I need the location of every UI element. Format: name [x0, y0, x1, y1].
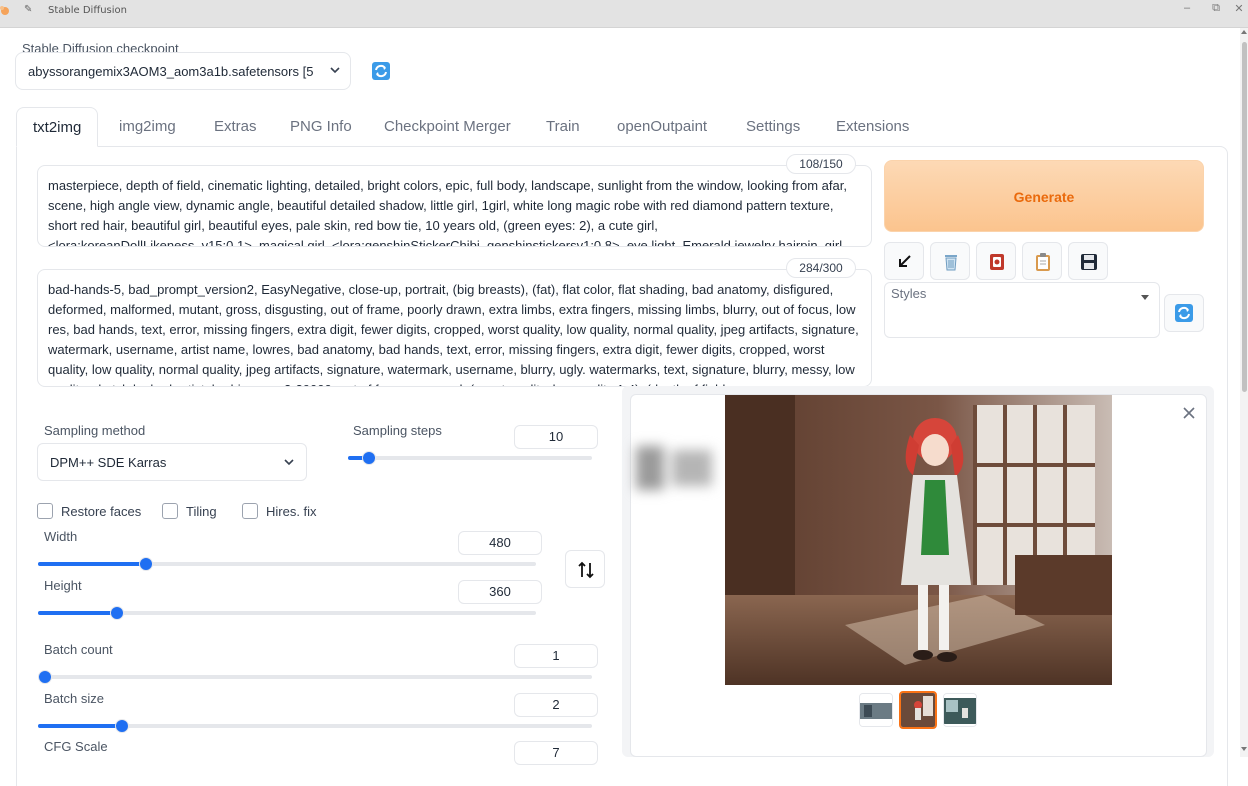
width-slider[interactable] [38, 556, 536, 572]
negative-token-counter: 284/300 [786, 258, 856, 278]
styles-refresh-button[interactable] [1164, 294, 1204, 332]
tab-settings[interactable]: Settings [746, 107, 800, 147]
thumbnail-image [944, 694, 976, 726]
checkpoint-dropdown[interactable]: abyssorangemix3AOM3_aom3a1b.safetensors … [15, 52, 351, 90]
pin-icon[interactable]: ✎ [24, 4, 32, 15]
height-label: Height [44, 578, 82, 593]
thumbnail-image [901, 693, 935, 727]
negative-prompt-text: bad-hands-5, bad_prompt_version2, EasyNe… [48, 282, 859, 386]
page-scrollbar[interactable] [1240, 28, 1248, 757]
styles-label: Styles [891, 286, 927, 301]
prompt-text: masterpiece, depth of field, cinematic l… [48, 178, 847, 247]
batch-count-input[interactable]: 1 [514, 644, 598, 668]
apply-style-button[interactable] [1022, 242, 1062, 280]
clear-prompt-button[interactable] [930, 242, 970, 280]
restore-faces-checkbox[interactable] [37, 503, 53, 519]
generated-image[interactable] [725, 395, 1112, 685]
checkpoint-refresh-button[interactable] [361, 52, 401, 90]
batch-count-slider[interactable] [38, 669, 592, 685]
clipboard-icon [1036, 253, 1050, 271]
cfg-scale-input[interactable]: 7 [514, 741, 598, 765]
styles-dropdown[interactable]: Styles [884, 282, 1160, 338]
height-input[interactable]: 360 [458, 580, 542, 604]
sampling-method-dropdown[interactable]: DPM++ SDE Karras [37, 443, 307, 481]
thumbnail-image [860, 694, 892, 726]
hires-fix-label: Hires. fix [266, 504, 317, 519]
save-icon [1081, 254, 1097, 270]
sampling-method-value: DPM++ SDE Karras [50, 455, 167, 470]
cfg-scale-label: CFG Scale [44, 739, 108, 754]
batch-size-input[interactable]: 2 [514, 693, 598, 717]
card-icon [990, 254, 1004, 270]
batch-size-label: Batch size [44, 691, 104, 706]
checkpoint-value: abyssorangemix3AOM3_aom3a1b.safetensors … [28, 64, 314, 79]
app-logo-icon [0, 6, 9, 15]
close-window-button[interactable]: ✕ [1230, 2, 1248, 15]
save-style-button[interactable] [1068, 242, 1108, 280]
tiling-label: Tiling [186, 504, 217, 519]
gallery-thumbnail[interactable] [859, 693, 893, 727]
minimize-button[interactable]: – [1178, 2, 1196, 14]
tab-extras[interactable]: Extras [214, 107, 257, 147]
swap-icon [578, 561, 594, 579]
scroll-up-arrow-icon[interactable] [1241, 30, 1247, 34]
blurred-preview-image [636, 446, 712, 490]
refresh-icon [1175, 304, 1193, 322]
batch-size-slider[interactable] [38, 718, 592, 734]
height-slider[interactable] [38, 605, 536, 621]
negative-prompt-textarea[interactable]: bad-hands-5, bad_prompt_version2, EasyNe… [37, 269, 872, 387]
swap-dimensions-button[interactable] [565, 550, 605, 588]
prompt-token-counter: 108/150 [786, 154, 856, 174]
generated-image-art [725, 395, 1112, 685]
refresh-icon [372, 62, 390, 80]
chevron-down-icon [284, 459, 294, 466]
tab-extensions[interactable]: Extensions [836, 107, 909, 147]
arrow-icon [899, 255, 911, 267]
chevron-down-icon [1141, 295, 1149, 300]
tab-checkpoint-merger[interactable]: Checkpoint Merger [384, 107, 511, 147]
sampling-steps-input[interactable]: 10 [514, 425, 598, 449]
trash-icon [945, 255, 957, 271]
width-input[interactable]: 480 [458, 531, 542, 555]
window-title: Stable Diffusion [48, 5, 128, 16]
restore-faces-label: Restore faces [61, 504, 142, 519]
close-icon[interactable] [1181, 405, 1197, 421]
extra-networks-button[interactable] [976, 242, 1016, 280]
tab-openoutpaint[interactable]: openOutpaint [617, 107, 707, 147]
generate-button[interactable]: Generate [884, 160, 1204, 232]
window-titlebar: ✎ Stable Diffusion – ⧉ ✕ [0, 0, 1248, 28]
main-tabs: txt2img img2img Extras PNG Info Checkpoi… [16, 107, 1228, 147]
tab-train[interactable]: Train [546, 107, 580, 147]
restore-button[interactable]: ⧉ [1207, 2, 1225, 15]
chevron-down-icon [330, 67, 340, 74]
gallery-thumbnail[interactable] [943, 693, 977, 727]
generate-label: Generate [1013, 189, 1075, 205]
scroll-down-arrow-icon[interactable] [1241, 747, 1247, 751]
sampling-steps-label: Sampling steps [353, 423, 442, 438]
sampling-method-label: Sampling method [44, 423, 146, 438]
prompt-textarea[interactable]: masterpiece, depth of field, cinematic l… [37, 165, 872, 247]
tab-img2img[interactable]: img2img [119, 107, 176, 147]
gallery-thumbnail-selected[interactable] [899, 691, 937, 729]
scroll-thumb[interactable] [1242, 42, 1247, 392]
hires-fix-checkbox[interactable] [242, 503, 258, 519]
tab-png-info[interactable]: PNG Info [290, 107, 352, 147]
sampling-steps-slider[interactable] [348, 450, 592, 466]
batch-count-label: Batch count [44, 642, 113, 657]
tiling-checkbox[interactable] [162, 503, 178, 519]
read-params-button[interactable] [884, 242, 924, 280]
tab-txt2img[interactable]: txt2img [16, 107, 99, 147]
width-label: Width [44, 529, 78, 544]
